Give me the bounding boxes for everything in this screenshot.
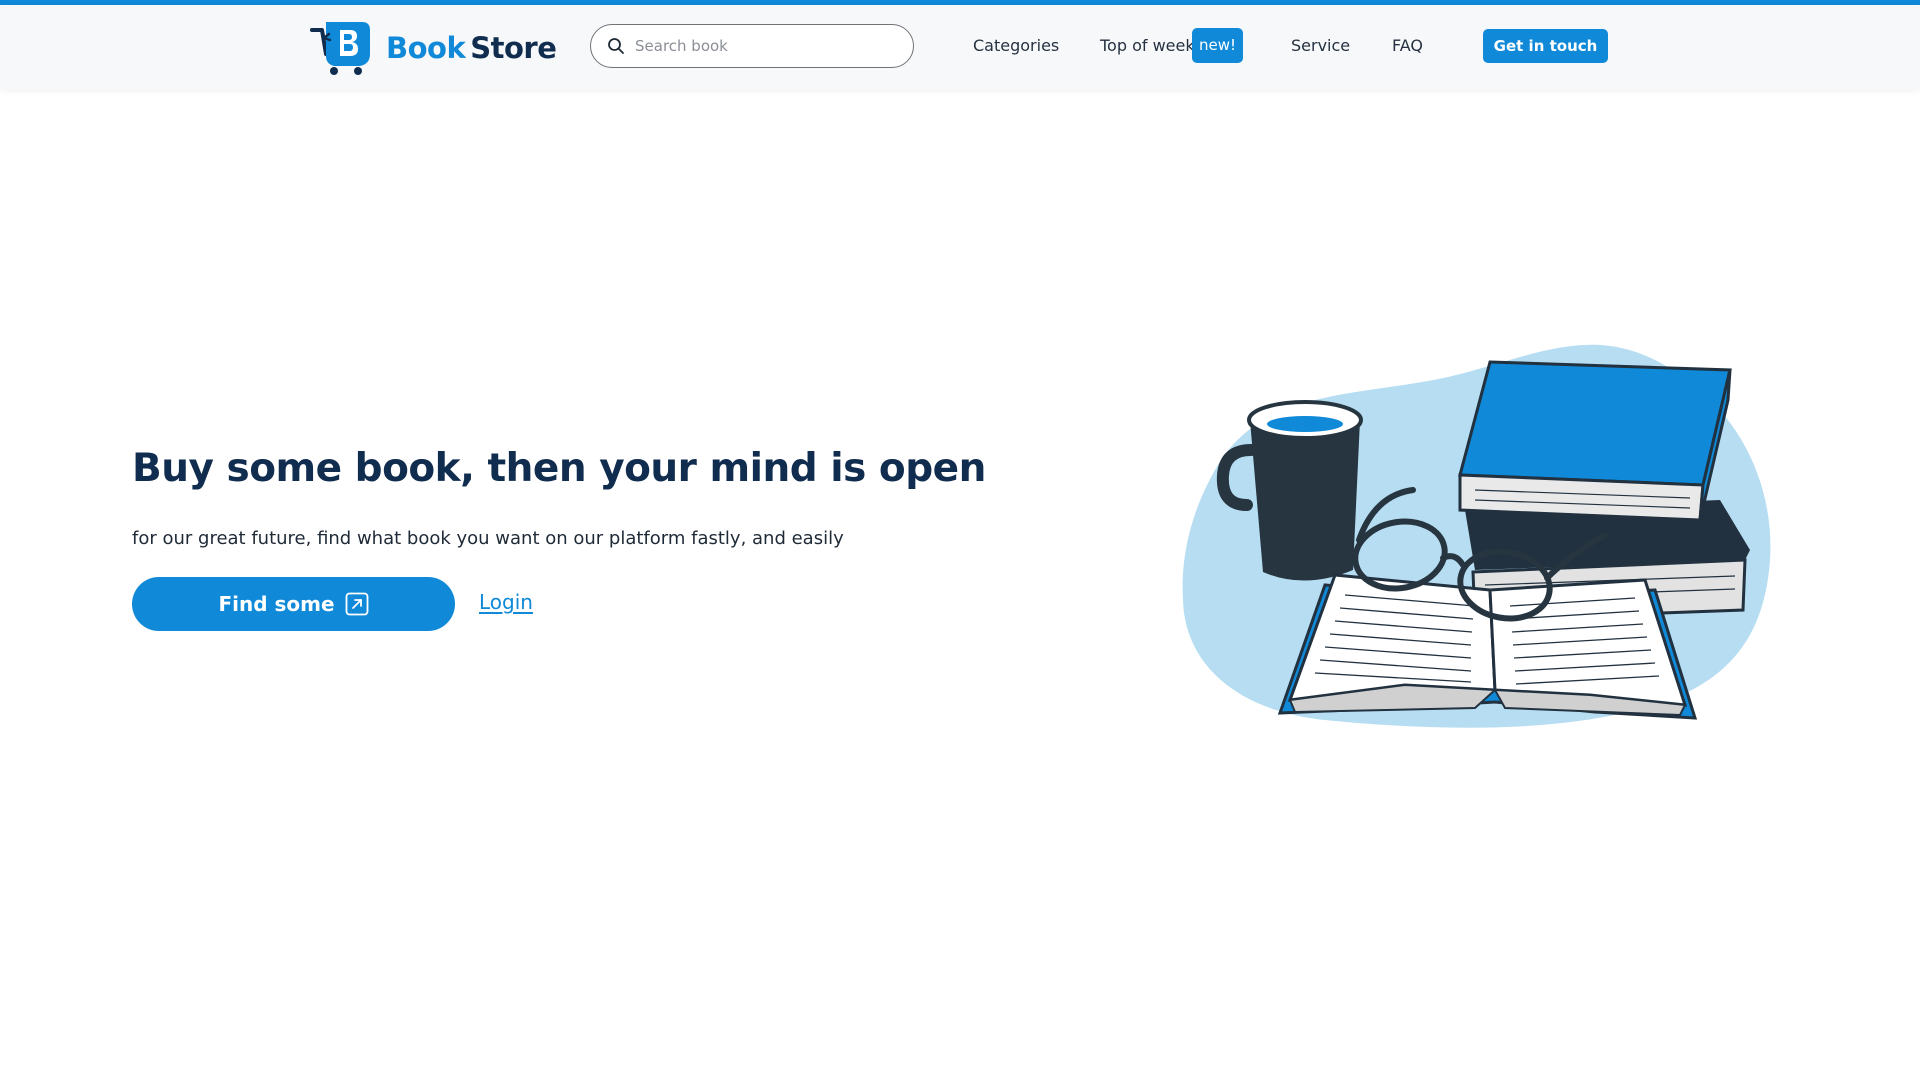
find-some-button[interactable]: Find some: [132, 577, 455, 631]
hero-title: Buy some book, then your mind is open: [132, 446, 986, 491]
brand-name: Book Store: [386, 31, 557, 65]
nav-service[interactable]: Service: [1291, 33, 1350, 59]
arrow-up-right-icon: [345, 592, 368, 616]
nav-categories[interactable]: Categories: [973, 33, 1059, 59]
nav-top-of-week[interactable]: Top of week: [1100, 33, 1195, 59]
brand-logo[interactable]: Book Store: [310, 20, 557, 76]
hero-subtitle: for our great future, find what book you…: [132, 528, 844, 549]
books-coffee-glasses-illustration: [1182, 344, 1771, 728]
site-header: BookStore Categories Top of week new! Se…: [0, 5, 1920, 89]
login-link[interactable]: Login: [479, 590, 533, 614]
search-icon: [608, 38, 624, 54]
brand-name-store: Store: [470, 31, 557, 65]
get-in-touch-button[interactable]: Get in touch: [1483, 29, 1608, 63]
new-badge: new!: [1192, 28, 1243, 63]
find-some-label: Find some: [218, 592, 335, 616]
nav-faq[interactable]: FAQ: [1392, 33, 1423, 59]
search-input[interactable]: [635, 37, 895, 55]
cart-book-icon: [310, 22, 370, 75]
search-box[interactable]: [590, 24, 914, 68]
brand-name-book: Book: [386, 31, 466, 65]
